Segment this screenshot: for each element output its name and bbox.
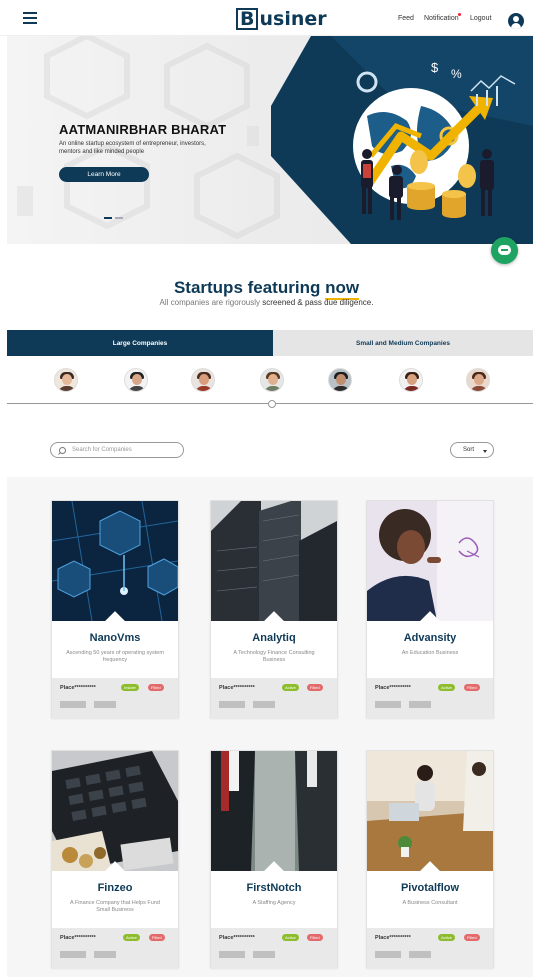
status-badge: Active xyxy=(438,684,455,691)
status-badge: Active xyxy=(282,684,299,691)
company-name: Analytiq xyxy=(252,632,296,644)
hamburger-menu-icon[interactable] xyxy=(23,12,37,24)
avatar[interactable] xyxy=(260,368,284,392)
company-description: A Finance Company that Helps Fund Small … xyxy=(70,900,160,913)
status-badge: Filled xyxy=(464,934,480,941)
avatar[interactable] xyxy=(191,368,215,392)
dollar-symbol: $ xyxy=(431,60,439,75)
percent-symbol: % xyxy=(451,67,462,81)
company-name: NanoVms xyxy=(89,632,141,644)
status-badge: Active xyxy=(438,934,455,941)
company-card[interactable]: Analytiq A Technology Finance Consulting… xyxy=(210,500,338,718)
company-image xyxy=(52,501,178,621)
carousel-dot[interactable] xyxy=(104,217,112,219)
avatar[interactable] xyxy=(54,368,78,392)
section-title: Startups featuring now xyxy=(0,278,533,300)
avatar[interactable] xyxy=(328,368,352,392)
company-description: A Technology Finance Consulting Business xyxy=(233,650,315,663)
company-description: A Business Consultant xyxy=(402,900,458,906)
hero-subtitle: An online startup ecosystem of entrepren… xyxy=(59,141,206,155)
status-badge: Filled xyxy=(307,684,323,691)
sort-label: Sort xyxy=(463,447,475,453)
scroll-indicator[interactable] xyxy=(268,400,276,408)
hero-title: AATMANIRBHAR BHARAT xyxy=(59,122,227,137)
avatar[interactable] xyxy=(399,368,423,392)
chevron-down-icon xyxy=(483,450,487,453)
company-size-tabs: Large Companies Small and Medium Compani… xyxy=(7,330,533,356)
section-subtitle: All companies are rigorously screened & … xyxy=(159,298,374,307)
notification-dot xyxy=(458,13,461,16)
learn-more-button[interactable]: Learn More xyxy=(59,167,149,182)
company-card[interactable]: Advansity An Education Business Place***… xyxy=(366,500,494,718)
status-badge: Active xyxy=(282,934,299,941)
status-badge: Filled xyxy=(307,934,323,941)
logo[interactable]: Businer xyxy=(236,8,327,30)
company-image xyxy=(367,501,493,621)
company-image xyxy=(211,501,337,621)
company-place: Place********** xyxy=(219,935,255,941)
status-badge: Filled xyxy=(464,684,480,691)
company-place: Place********** xyxy=(375,685,411,691)
company-image xyxy=(211,751,337,871)
carousel-dot[interactable] xyxy=(115,217,123,219)
tab-small-medium-companies[interactable]: Small and Medium Companies xyxy=(273,330,533,356)
status-badge: Filled xyxy=(149,934,165,941)
section-title-highlight: now xyxy=(325,278,360,300)
company-description: Ascending 50 years of operating system f… xyxy=(66,650,164,663)
company-card[interactable]: NanoVms Ascending 50 years of operating … xyxy=(51,500,179,718)
carousel-dots xyxy=(104,206,126,224)
nav-logout-link[interactable]: Logout xyxy=(470,15,491,22)
company-image xyxy=(52,751,178,871)
company-card[interactable]: FirstNotch A Staffing Agency Place******… xyxy=(210,750,338,968)
company-card[interactable]: Pivotalflow A Business Consultant Place*… xyxy=(366,750,494,968)
tab-large-companies[interactable]: Large Companies xyxy=(7,330,273,356)
top-nav: Businer Feed Notification Logout xyxy=(0,0,533,36)
company-search-input[interactable]: Search for Companies xyxy=(50,442,184,458)
company-place: Place********** xyxy=(60,935,96,941)
hero-illustration: $ % xyxy=(271,36,533,244)
hero-banner: AATMANIRBHAR BHARAT An online startup ec… xyxy=(7,36,533,244)
company-image xyxy=(367,751,493,871)
featured-people-row xyxy=(7,356,533,404)
company-name: Advansity xyxy=(403,632,457,644)
status-badge: Active xyxy=(123,934,140,941)
avatar[interactable] xyxy=(466,368,490,392)
company-name: Finzeo xyxy=(97,882,133,894)
company-description: An Education Business xyxy=(401,650,459,656)
sort-dropdown[interactable]: Sort xyxy=(450,442,494,458)
company-name: Pivotalflow xyxy=(400,882,460,894)
chat-button[interactable] xyxy=(491,237,518,264)
company-description: A Staffing Agency xyxy=(252,900,296,906)
user-avatar-icon[interactable] xyxy=(508,13,524,29)
company-place: Place********** xyxy=(219,685,255,691)
search-placeholder: Search for Companies xyxy=(72,447,132,453)
nav-feed-link[interactable]: Feed xyxy=(398,15,414,22)
search-icon xyxy=(59,447,66,454)
company-place: Place********** xyxy=(60,685,96,691)
company-card[interactable]: Finzeo A Finance Company that Helps Fund… xyxy=(51,750,179,968)
status-badge: Insider xyxy=(121,684,140,691)
company-name: FirstNotch xyxy=(246,882,302,894)
avatar[interactable] xyxy=(124,368,148,392)
status-badge: Filled xyxy=(148,684,164,691)
company-place: Place********** xyxy=(375,935,411,941)
nav-notification-link[interactable]: Notification xyxy=(424,15,459,22)
